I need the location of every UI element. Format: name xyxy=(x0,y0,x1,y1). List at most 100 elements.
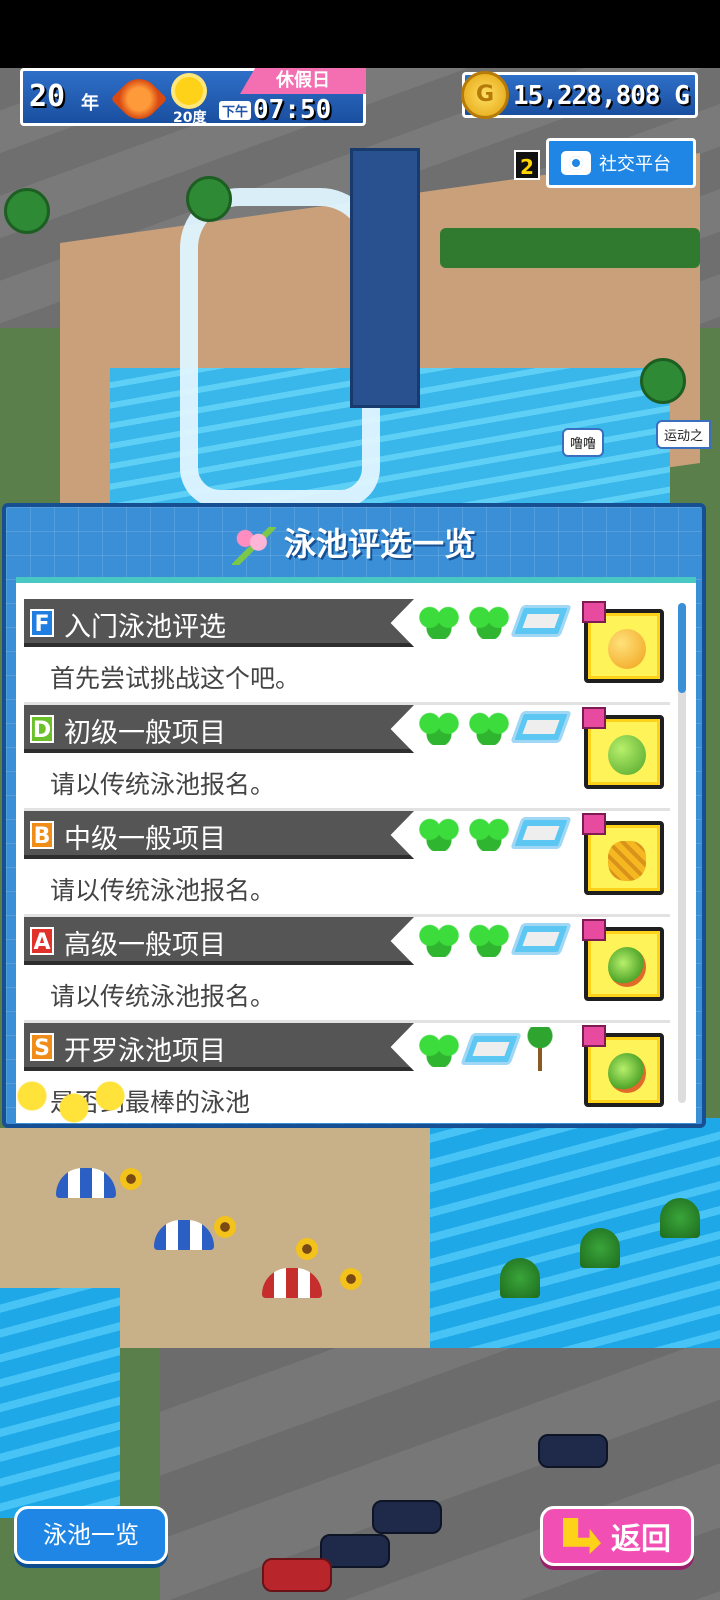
clover-icon xyxy=(416,815,462,851)
orange-icon xyxy=(608,629,646,669)
clover-icon xyxy=(416,603,462,639)
reward-box xyxy=(582,707,664,789)
money-amount: 15,228,808 G xyxy=(513,81,690,111)
contest-title: 中级一般项目 xyxy=(64,824,226,855)
car xyxy=(262,1558,332,1592)
contest-title: 高级一般项目 xyxy=(64,930,226,961)
rank-badge: A xyxy=(30,927,54,955)
contest-item[interactable]: F 入门泳池评选 首先尝试挑战这个吧。 xyxy=(24,599,670,705)
pool-list-button[interactable]: 泳池一览 xyxy=(14,1506,168,1564)
contest-item[interactable]: D 初级一般项目 请以传统泳池报名。 xyxy=(24,705,670,811)
pool-contest-panel: 泳池评选一览 F 入门泳池评选 首先尝试挑战这个吧。 D 初级一般项目 请以传统… xyxy=(2,503,706,1128)
gift-icon xyxy=(582,707,606,729)
pool-icon xyxy=(510,711,572,743)
requirement-icons xyxy=(416,815,572,851)
contest-item[interactable]: B 中级一般项目 请以传统泳池报名。 xyxy=(24,811,670,917)
reward-box xyxy=(582,601,664,683)
requirement-icons xyxy=(416,709,572,745)
clover-icon xyxy=(466,603,512,639)
gift-icon xyxy=(582,1025,606,1047)
clover-icon xyxy=(416,1031,462,1067)
sunflower xyxy=(340,1268,362,1290)
palm-tree xyxy=(580,1228,620,1268)
gift-icon xyxy=(582,919,606,941)
requirement-icons xyxy=(416,603,572,639)
currency-symbol: G xyxy=(674,81,690,111)
scrollbar[interactable] xyxy=(678,603,686,1103)
panel-title: 泳池评选一览 xyxy=(6,519,702,565)
contest-item[interactable]: A 高级一般项目 请以传统泳池报名。 xyxy=(24,917,670,1023)
contest-item-header: B 中级一般项目 xyxy=(24,811,414,859)
year-unit: 年 xyxy=(81,93,99,114)
apple-icon xyxy=(608,735,646,775)
gold-coin-icon: G xyxy=(461,71,509,119)
sun-icon xyxy=(175,77,203,105)
status-bar xyxy=(0,0,720,68)
maple-leaf-icon xyxy=(110,70,168,128)
money-panel: G 15,228,808 G xyxy=(461,71,698,119)
car xyxy=(538,1434,608,1468)
tree xyxy=(4,188,50,234)
melon-icon xyxy=(608,947,646,987)
contest-description: 请以传统泳池报名。 xyxy=(50,770,276,799)
temperature: 20度 xyxy=(173,110,207,126)
pool-icon xyxy=(510,923,572,955)
sign-bubble: 运动之 xyxy=(656,420,712,449)
requirement-icons xyxy=(416,921,572,957)
palm-icon xyxy=(520,1027,560,1071)
npc-speech-bubble: 噜噜 xyxy=(562,428,605,457)
requirement-icons xyxy=(416,1027,560,1071)
clover-icon xyxy=(416,709,462,745)
back-button[interactable]: 返回 xyxy=(540,1506,694,1566)
car xyxy=(372,1500,442,1534)
reward-box xyxy=(582,919,664,1001)
social-platform-button[interactable]: 社交平台 xyxy=(546,138,696,188)
rank-badge: B xyxy=(30,821,54,849)
reward-box xyxy=(582,1025,664,1107)
back-button-label: 返回 xyxy=(611,1522,671,1557)
clock-time: 07:50 xyxy=(253,95,332,125)
contest-description: 请以传统泳池报名。 xyxy=(50,876,276,905)
pool-icon xyxy=(460,1033,522,1065)
social-notification-count: 2 xyxy=(514,150,540,180)
year-value: 20 xyxy=(29,79,66,114)
slide-tower xyxy=(350,148,420,408)
clover-icon xyxy=(466,921,512,957)
gift-icon xyxy=(582,601,606,623)
pool-icon xyxy=(510,817,572,849)
palm-tree xyxy=(660,1198,700,1238)
sunflower xyxy=(120,1168,142,1190)
rank-badge: D xyxy=(30,715,54,743)
rank-badge: F xyxy=(30,609,54,637)
pool-icon xyxy=(510,605,572,637)
reward-box xyxy=(582,813,664,895)
contest-item-header: A 高级一般项目 xyxy=(24,917,414,965)
rank-badge: S xyxy=(30,1033,54,1061)
palm-tree xyxy=(500,1258,540,1298)
clover-icon xyxy=(466,709,512,745)
tree xyxy=(186,176,232,222)
contest-item-header: S 开罗泳池项目 xyxy=(24,1023,414,1071)
back-arrow-icon xyxy=(563,1518,601,1554)
contest-description: 请以传统泳池报名。 xyxy=(50,982,276,1011)
contest-title: 开罗泳池项目 xyxy=(64,1036,226,1067)
clover-icon xyxy=(466,815,512,851)
melon-icon xyxy=(608,1053,646,1093)
yellow-flowers-decoration xyxy=(8,1072,128,1132)
contest-list[interactable]: F 入门泳池评选 首先尝试挑战这个吧。 D 初级一般项目 请以传统泳池报名。 B… xyxy=(16,577,696,1123)
contest-description: 首先尝试挑战这个吧。 xyxy=(50,664,301,693)
sunflower xyxy=(296,1238,318,1260)
holiday-tag: 休假日 xyxy=(240,68,366,94)
clover-icon xyxy=(416,921,462,957)
tree xyxy=(640,358,686,404)
flower-bouquet-icon xyxy=(231,527,276,565)
contest-title: 入门泳池评选 xyxy=(64,612,226,643)
gift-icon xyxy=(582,813,606,835)
hedge xyxy=(440,228,700,268)
side-pool-water xyxy=(0,1288,120,1518)
camera-icon xyxy=(561,151,591,175)
scrollbar-thumb[interactable] xyxy=(678,603,686,693)
sunflower xyxy=(214,1216,236,1238)
pineapple-icon xyxy=(608,841,646,881)
social-platform-label: 社交平台 xyxy=(599,154,671,175)
